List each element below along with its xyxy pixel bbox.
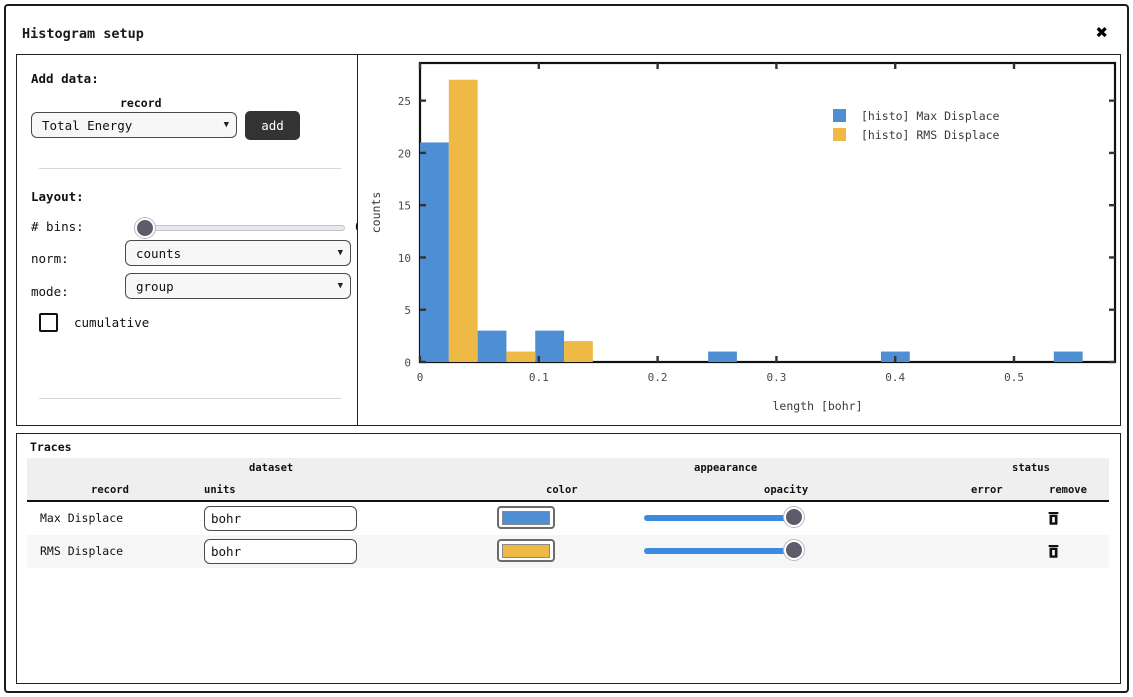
cumulative-label: cumulative xyxy=(74,315,149,330)
traces-panel: Traces dataset appearance status record … xyxy=(16,433,1121,684)
histogram-bar xyxy=(564,341,593,362)
trash-icon[interactable] xyxy=(1045,543,1061,560)
column-header-units: units xyxy=(204,484,236,496)
record-select[interactable]: Total Energy ▼ xyxy=(31,112,237,138)
x-tick-label: 0.5 xyxy=(1004,371,1024,384)
x-tick-label: 0.4 xyxy=(885,371,905,384)
color-picker-button[interactable] xyxy=(497,539,555,562)
group-header-status: status xyxy=(1012,462,1050,474)
traces-table: dataset appearance status record units c… xyxy=(27,458,1109,568)
record-select-value: Total Energy xyxy=(42,118,132,133)
x-tick-label: 0.1 xyxy=(529,371,549,384)
chevron-down-icon: ▼ xyxy=(338,281,343,291)
bins-slider-thumb[interactable] xyxy=(135,218,155,238)
trace-record-name: RMS Displace xyxy=(40,544,123,558)
close-icon[interactable]: ✖ xyxy=(1089,19,1115,45)
y-tick-label: 15 xyxy=(398,200,411,213)
histogram-chart-panel: 0 5 10 15 20 25 0 0.1 0.2 0.3 0.4 0.5 counts length [… xyxy=(357,54,1121,426)
units-input[interactable] xyxy=(204,539,357,564)
x-tick-label: 0 xyxy=(417,371,424,384)
histogram-bar xyxy=(420,142,449,362)
bins-slider[interactable] xyxy=(127,218,352,238)
opacity-slider-track[interactable] xyxy=(644,548,794,554)
opacity-slider-thumb[interactable] xyxy=(784,540,804,560)
units-input[interactable] xyxy=(204,506,357,531)
y-tick-label: 25 xyxy=(398,95,411,108)
group-header-appearance: appearance xyxy=(694,462,757,474)
histogram-bar xyxy=(449,80,478,362)
norm-label: norm: xyxy=(31,251,69,266)
cumulative-checkbox[interactable] xyxy=(39,313,58,332)
histogram-setup-dialog: Histogram setup ✖ Add data: record Total… xyxy=(4,4,1129,693)
x-tick-label: 0.2 xyxy=(648,371,668,384)
traces-row-container: Max Displace RMS Displace xyxy=(27,502,1109,568)
cumulative-row: cumulative xyxy=(39,313,149,332)
chart-axes-frame xyxy=(420,63,1115,362)
trash-icon[interactable] xyxy=(1045,510,1061,527)
opacity-slider[interactable] xyxy=(642,540,817,562)
dialog-titlebar: Histogram setup ✖ xyxy=(6,6,1127,50)
y-axis-label: counts xyxy=(369,192,383,234)
traces-title: Traces xyxy=(30,440,72,454)
histogram-bar xyxy=(478,331,507,362)
bins-label: # bins: xyxy=(31,219,84,234)
histogram-chart[interactable]: 0 5 10 15 20 25 0 0.1 0.2 0.3 0.4 0.5 counts length [… xyxy=(358,55,1120,425)
mode-select-value: group xyxy=(136,279,174,294)
norm-select[interactable]: counts ▼ xyxy=(125,240,351,266)
bins-slider-track[interactable] xyxy=(135,225,345,231)
opacity-slider-thumb[interactable] xyxy=(784,507,804,527)
column-header-color: color xyxy=(546,484,578,496)
add-data-heading: Add data: xyxy=(31,71,99,86)
table-row: RMS Displace xyxy=(27,535,1109,568)
layout-heading: Layout: xyxy=(31,189,84,204)
add-button[interactable]: add xyxy=(245,111,300,140)
opacity-slider-track[interactable] xyxy=(644,515,794,521)
group-header-dataset: dataset xyxy=(249,462,293,474)
x-axis-label: length [bohr] xyxy=(772,399,862,413)
legend-swatch xyxy=(833,128,846,141)
x-tick-label: 0.3 xyxy=(766,371,786,384)
column-header-opacity: opacity xyxy=(764,484,808,496)
legend-swatch xyxy=(833,109,846,122)
column-header-record: record xyxy=(91,484,129,496)
record-column-label: record xyxy=(120,96,162,110)
divider xyxy=(39,168,341,169)
y-tick-label: 5 xyxy=(404,304,411,317)
column-header-remove: remove xyxy=(1049,484,1087,496)
legend-label: [histo] Max Displace xyxy=(861,109,1000,123)
trace-record-name: Max Displace xyxy=(40,511,123,525)
opacity-slider[interactable] xyxy=(642,507,817,529)
histogram-bar xyxy=(506,352,535,362)
color-picker-button[interactable] xyxy=(497,506,555,529)
chevron-down-icon: ▼ xyxy=(224,120,229,130)
table-row: Max Displace xyxy=(27,502,1109,535)
mode-select[interactable]: group ▼ xyxy=(125,273,351,299)
dialog-title: Histogram setup xyxy=(22,26,144,42)
norm-select-value: counts xyxy=(136,246,181,261)
color-swatch xyxy=(502,544,550,558)
y-tick-label: 0 xyxy=(404,357,411,370)
controls-panel: Add data: record Total Energy ▼ add Layo… xyxy=(16,54,359,426)
mode-label: mode: xyxy=(31,284,69,299)
y-tick-label: 20 xyxy=(398,147,411,160)
histogram-bar xyxy=(1054,352,1083,362)
histogram-bar xyxy=(708,352,737,362)
column-header-error: error xyxy=(971,484,1003,496)
divider xyxy=(39,398,341,399)
traces-column-header-row: record units color opacity error remove xyxy=(27,479,1109,502)
y-tick-label: 10 xyxy=(398,252,411,265)
color-swatch xyxy=(502,511,550,525)
chevron-down-icon: ▼ xyxy=(338,248,343,258)
legend-label: [histo] RMS Displace xyxy=(861,128,1000,142)
traces-group-header-row: dataset appearance status xyxy=(27,458,1109,479)
